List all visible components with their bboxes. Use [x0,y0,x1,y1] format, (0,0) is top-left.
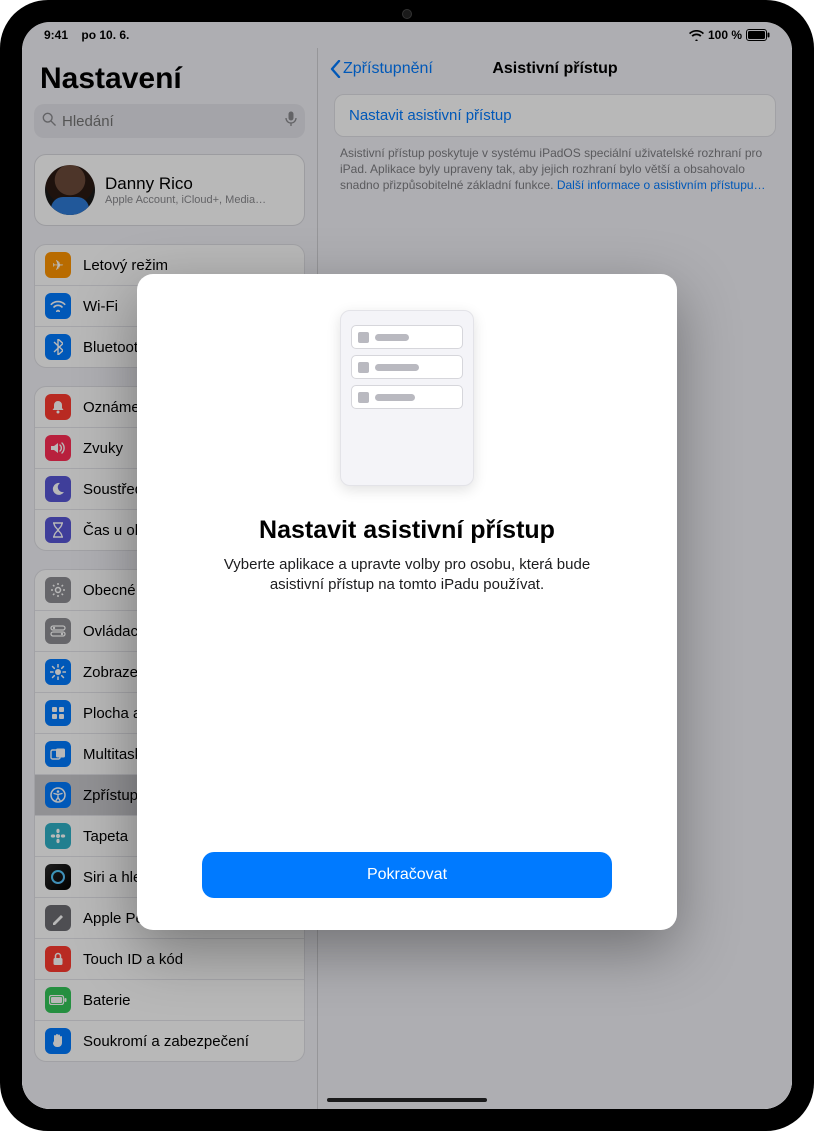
screen: 9:41 po 10. 6. 100 % Nastavení [22,22,792,1109]
assistive-access-setup-modal: Nastavit asistivní přístup Vyberte aplik… [137,274,677,930]
home-indicator[interactable] [327,1098,487,1102]
continue-button[interactable]: Pokračovat [202,852,612,898]
modal-title: Nastavit asistivní přístup [259,516,555,545]
modal-body: Vyberte aplikace a upravte volby pro oso… [197,555,617,596]
device-frame: 9:41 po 10. 6. 100 % Nastavení [0,0,814,1131]
modal-illustration [340,310,474,486]
front-camera [402,9,412,19]
